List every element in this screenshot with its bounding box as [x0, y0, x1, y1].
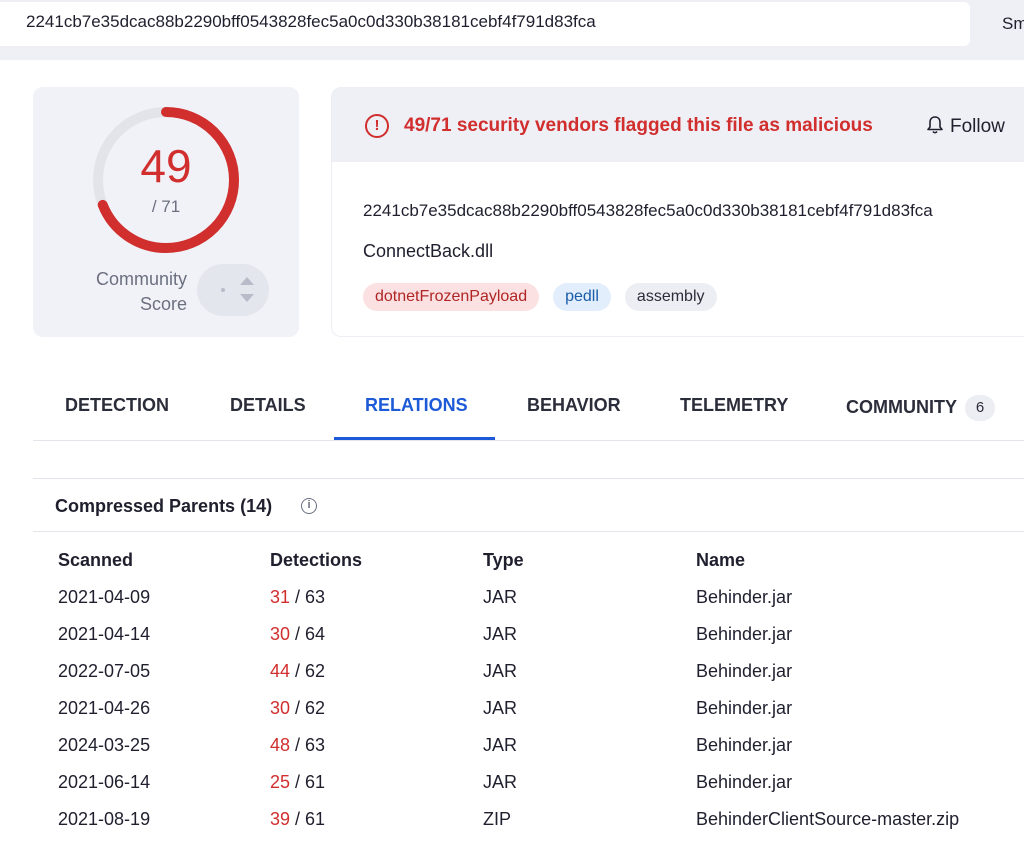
follow-button[interactable]: Follow	[926, 115, 1005, 138]
tab-telemetry[interactable]: TELEMETRY	[680, 395, 788, 416]
cell-type: JAR	[483, 624, 518, 644]
cell-detections-total: / 63	[295, 587, 326, 607]
cell-detections: 39 / 61	[270, 809, 325, 830]
cell-type: JAR	[483, 698, 518, 718]
downvote-arrow-icon[interactable]	[240, 294, 254, 302]
cell-scanned: 2024-03-25	[58, 735, 151, 755]
file-info-card: ! 49/71 security vendors flagged this fi…	[331, 87, 1024, 337]
cell-detections-positives: 39	[270, 809, 291, 829]
community-vote-control[interactable]	[197, 264, 269, 316]
cell-detections-total: / 64	[295, 624, 326, 644]
vote-dot-icon	[221, 288, 225, 292]
tab-community-label: COMMUNITY	[846, 397, 957, 417]
cell-name[interactable]: Behinder.jar	[696, 698, 792, 719]
tab-community[interactable]: COMMUNITY 6	[846, 395, 995, 421]
cell-name[interactable]: Behinder.jar	[696, 587, 792, 608]
detection-score-total: / 71	[151, 197, 181, 216]
cell-detections-positives: 44	[270, 661, 291, 681]
file-name: ConnectBack.dll	[363, 241, 494, 261]
cell-name[interactable]: BehinderClientSource-master.zip	[696, 809, 959, 830]
cell-scanned: 2022-07-05	[58, 661, 151, 681]
detection-score-card: 49 / 71 Community Score	[33, 87, 299, 337]
top-bar-truncated-text[interactable]: Sm	[1002, 14, 1024, 34]
cell-name[interactable]: Behinder.jar	[696, 772, 792, 793]
community-label-line2: Score	[139, 294, 187, 314]
tab-behavior[interactable]: BEHAVIOR	[527, 395, 621, 416]
compressed-parents-section: Compressed Parents (14) i Scanned Detect…	[33, 478, 1024, 846]
bell-icon	[927, 116, 943, 134]
tab-details[interactable]: DETAILS	[230, 395, 306, 416]
malicious-alert-text: 49/71 security vendors flagged this file…	[404, 115, 873, 136]
cell-name[interactable]: Behinder.jar	[696, 735, 792, 756]
cell-scanned: 2021-04-09	[58, 587, 151, 607]
file-tags: dotnetFrozenPayload pedll assembly	[363, 283, 731, 311]
community-label-line1: Community	[95, 269, 187, 289]
tag-assembly[interactable]: assembly	[624, 283, 717, 311]
tab-detection[interactable]: DETECTION	[65, 395, 169, 416]
tag-dotnetfrozenpayload[interactable]: dotnetFrozenPayload	[363, 283, 540, 311]
upvote-arrow-icon[interactable]	[240, 277, 254, 285]
cell-type: JAR	[483, 772, 518, 792]
column-header-type[interactable]: Type	[483, 550, 524, 571]
cell-type: JAR	[483, 661, 518, 681]
cell-detections-total: / 63	[295, 735, 326, 755]
cell-detections: 44 / 62	[270, 661, 325, 682]
cell-detections-positives: 48	[270, 735, 291, 755]
cell-type: JAR	[483, 735, 518, 755]
cell-detections-positives: 31	[270, 587, 291, 607]
cell-detections: 31 / 63	[270, 587, 325, 608]
top-bar: Sm	[0, 0, 1024, 60]
alert-exclamation-icon: !	[365, 114, 389, 138]
cell-detections-total: / 61	[295, 809, 326, 829]
tag-pedll[interactable]: pedll	[553, 283, 611, 311]
info-icon[interactable]: i	[301, 498, 317, 514]
cell-name[interactable]: Behinder.jar	[696, 624, 792, 645]
cell-detections-positives: 30	[270, 698, 291, 718]
cell-detections-positives: 30	[270, 624, 291, 644]
column-header-scanned[interactable]: Scanned	[58, 550, 133, 571]
section-title: Compressed Parents (14)	[55, 496, 273, 516]
cell-detections-positives: 25	[270, 772, 291, 792]
community-count-badge: 6	[965, 395, 995, 421]
cell-scanned: 2021-04-26	[58, 698, 151, 718]
report-tabs: DETECTION DETAILS RELATIONS BEHAVIOR TEL…	[33, 370, 1024, 441]
search-input[interactable]	[26, 12, 926, 32]
active-tab-indicator	[334, 437, 495, 440]
cell-detections: 30 / 62	[270, 698, 325, 719]
section-header: Compressed Parents (14) i	[33, 479, 1024, 532]
cell-type: ZIP	[483, 809, 512, 829]
cell-type: JAR	[483, 587, 518, 607]
cell-detections: 30 / 64	[270, 624, 325, 645]
tab-relations[interactable]: RELATIONS	[365, 395, 468, 416]
cell-detections-total: / 62	[295, 661, 326, 681]
cell-scanned: 2021-06-14	[58, 772, 151, 792]
cell-scanned: 2021-04-14	[58, 624, 151, 644]
cell-detections: 48 / 63	[270, 735, 325, 756]
detection-score-number: 49	[140, 140, 192, 192]
search-box[interactable]	[0, 2, 970, 46]
cell-detections-total: / 62	[295, 698, 326, 718]
cell-detections: 25 / 61	[270, 772, 325, 793]
file-hash: 2241cb7e35dcac88b2290bff0543828fec5a0c0d…	[363, 201, 933, 220]
cell-scanned: 2021-08-19	[58, 809, 151, 829]
community-score-label: Community Score	[73, 267, 187, 317]
column-header-detections[interactable]: Detections	[270, 550, 362, 571]
column-header-name[interactable]: Name	[696, 550, 745, 571]
cell-detections-total: / 61	[295, 772, 326, 792]
follow-label: Follow	[950, 116, 1005, 137]
malicious-alert-bar: ! 49/71 security vendors flagged this fi…	[332, 88, 1024, 162]
cell-name[interactable]: Behinder.jar	[696, 661, 792, 682]
